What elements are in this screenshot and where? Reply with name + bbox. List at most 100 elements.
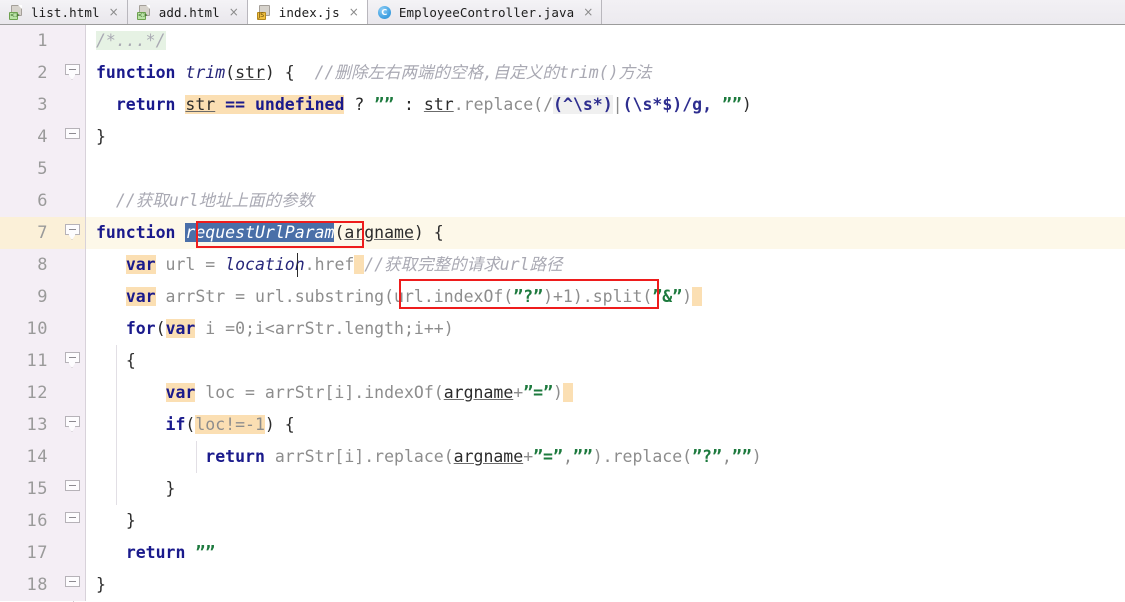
token-keyword: undefined (254, 95, 345, 114)
js-badge-icon: JS (256, 11, 266, 20)
code-line[interactable]: 5 (0, 153, 1125, 185)
code-line[interactable]: 6 //获取url地址上面的参数 (0, 185, 1125, 217)
code-line[interactable]: 2 function trim(str) { //删除左右两端的空格,自定义的t… (0, 57, 1125, 89)
token-string: ”=” (523, 383, 554, 402)
fold-marker-end-icon[interactable] (65, 480, 80, 495)
fold-column[interactable] (60, 345, 86, 377)
line-number: 18 (0, 569, 60, 601)
fold-column[interactable] (60, 473, 86, 505)
line-content[interactable]: var arrStr = url.substring(url.indexOf(”… (86, 281, 1125, 313)
trailing-highlight (354, 255, 365, 274)
line-number: 8 (0, 249, 60, 281)
token-comment: 获取完整的请求url路径 (384, 255, 563, 274)
token-comment: //删除左右两端的空格,自定义的trim()方法 (294, 63, 652, 82)
token-punct: ( (334, 223, 345, 242)
line-content[interactable]: /*...*/ (86, 25, 1125, 57)
fold-marker-collapse-icon[interactable] (65, 224, 80, 240)
token-keyword: if (165, 415, 186, 434)
code-line[interactable]: 13 if(loc!=-1) { (0, 409, 1125, 441)
code-line[interactable]: 8 var url = location.href //获取完整的请求url路径 (0, 249, 1125, 281)
code-line-current[interactable]: 7 function requestUrlParam(argname) { (0, 217, 1125, 249)
fold-column[interactable] (60, 281, 86, 313)
html-file-icon: <> (9, 4, 24, 20)
indent-guide (196, 441, 197, 473)
fold-marker-end-icon[interactable] (65, 576, 80, 591)
line-content[interactable]: function trim(str) { //删除左右两端的空格,自定义的tri… (86, 57, 1125, 89)
token-punct: ( (155, 319, 166, 338)
line-content[interactable]: return ”” (86, 537, 1125, 569)
line-content[interactable]: return arrStr[i].replace(argname+”=”,””)… (86, 441, 1125, 473)
close-icon[interactable]: × (229, 6, 239, 18)
indent-guide (116, 441, 117, 473)
close-icon[interactable]: × (583, 6, 593, 18)
line-content[interactable]: return str == undefined ? ”” : str.repla… (86, 89, 1125, 121)
fold-column[interactable] (60, 217, 86, 249)
fold-marker-collapse-icon[interactable] (65, 64, 80, 80)
fold-marker-end-icon[interactable] (65, 128, 80, 143)
fold-marker-collapse-icon[interactable] (65, 352, 80, 368)
code-line[interactable]: 11 { (0, 345, 1125, 377)
fold-column[interactable] (60, 57, 86, 89)
fold-column[interactable] (60, 153, 86, 185)
line-content[interactable]: //获取url地址上面的参数 (86, 185, 1125, 217)
fold-column[interactable] (60, 409, 86, 441)
line-content[interactable]: } (86, 569, 1125, 601)
fold-column[interactable] (60, 441, 86, 473)
line-content[interactable]: for(var i =0;i<arrStr.length;i++) (86, 313, 1125, 345)
code-line[interactable]: 4 } (0, 121, 1125, 153)
fold-column[interactable] (60, 313, 86, 345)
line-content[interactable] (86, 153, 1125, 185)
fold-column[interactable] (60, 505, 86, 537)
token-param: argname (344, 223, 414, 242)
code-line[interactable]: 16 } (0, 505, 1125, 537)
line-content[interactable]: if(loc!=-1) { (86, 409, 1125, 441)
token-punct: ( (185, 415, 196, 434)
fold-column[interactable] (60, 377, 86, 409)
line-content[interactable]: } (86, 473, 1125, 505)
fold-column[interactable] (60, 537, 86, 569)
code-line[interactable]: 17 return ”” (0, 537, 1125, 569)
code-line[interactable]: 14 return arrStr[i].replace(argname+”=”,… (0, 441, 1125, 473)
tab-index-js[interactable]: JS index.js × (247, 0, 368, 24)
line-content[interactable]: function requestUrlParam(argname) { (86, 217, 1125, 249)
close-icon[interactable]: × (109, 6, 119, 18)
line-content[interactable]: var url = location.href //获取完整的请求url路径 (86, 249, 1125, 281)
token-string: ”&” (652, 287, 683, 306)
token-keyword: function (96, 63, 176, 82)
occurrence-highlight: var (165, 383, 196, 402)
code-editor-pane[interactable]: 1 /*...*/ 2 function trim(str) { //删除左右两… (0, 25, 1125, 602)
code-line[interactable]: 3 return str == undefined ? ”” : str.rep… (0, 89, 1125, 121)
fold-column[interactable] (60, 185, 86, 217)
token-comment: /*...*/ (96, 31, 166, 50)
code-line[interactable]: 1 /*...*/ (0, 25, 1125, 57)
code-line[interactable]: 12 var loc = arrStr[i].indexOf(argname+”… (0, 377, 1125, 409)
indent-guide (116, 345, 117, 377)
tab-list-html[interactable]: <> list.html × (0, 0, 128, 24)
line-number: 3 (0, 89, 60, 121)
line-content[interactable]: { (86, 345, 1125, 377)
selected-identifier[interactable]: requestUrlParam (185, 223, 335, 242)
tab-add-html[interactable]: <> add.html × (127, 0, 248, 24)
fold-marker-collapse-icon[interactable] (65, 416, 80, 432)
token-property: .href (304, 255, 355, 274)
fold-column[interactable] (60, 89, 86, 121)
fold-marker-end-icon[interactable] (65, 512, 80, 527)
line-content[interactable]: } (86, 121, 1125, 153)
line-content[interactable]: } (86, 505, 1125, 537)
fold-column[interactable] (60, 249, 86, 281)
code-line[interactable]: 15 } (0, 473, 1125, 505)
close-icon[interactable]: × (349, 6, 359, 18)
token-brace: } (125, 511, 136, 530)
line-content[interactable]: var loc = arrStr[i].indexOf(argname+”=”) (86, 377, 1125, 409)
line-number: 1 (0, 25, 60, 57)
code-line[interactable]: 9 var arrStr = url.substring(url.indexOf… (0, 281, 1125, 313)
occurrence-highlight: loc!=-1 (195, 415, 265, 434)
editor-tab-bar: <> list.html × <> add.html × JS index.js… (0, 0, 1125, 25)
fold-column[interactable] (60, 25, 86, 57)
token-keyword: var (165, 319, 196, 338)
fold-column[interactable] (60, 121, 86, 153)
fold-column[interactable] (60, 569, 86, 601)
code-line[interactable]: 18 } (0, 569, 1125, 601)
tab-employee-controller-java[interactable]: C EmployeeController.java × (367, 0, 603, 24)
code-line[interactable]: 10 for(var i =0;i<arrStr.length;i++) (0, 313, 1125, 345)
